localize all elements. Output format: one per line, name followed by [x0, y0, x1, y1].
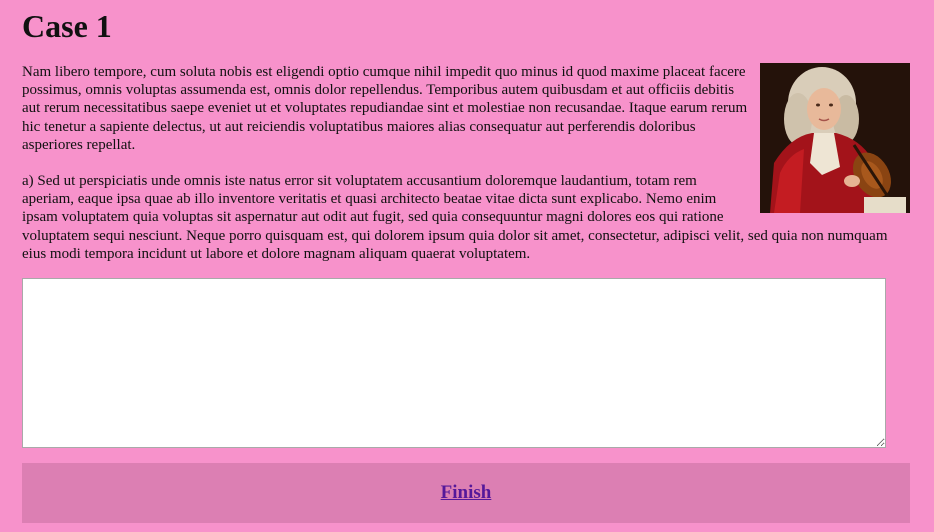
- finish-link[interactable]: Finish: [441, 482, 492, 504]
- finish-bar: Finish: [22, 463, 910, 523]
- case-page: Case 1 Nam libero tempore, cum soluta no…: [0, 0, 934, 532]
- answer-container: [22, 278, 888, 450]
- portrait-image: [760, 63, 910, 213]
- answer-textarea[interactable]: [22, 278, 886, 449]
- case-content: Nam libero tempore, cum soluta nobis est…: [22, 63, 912, 263]
- page-title: Case 1: [22, 8, 112, 44]
